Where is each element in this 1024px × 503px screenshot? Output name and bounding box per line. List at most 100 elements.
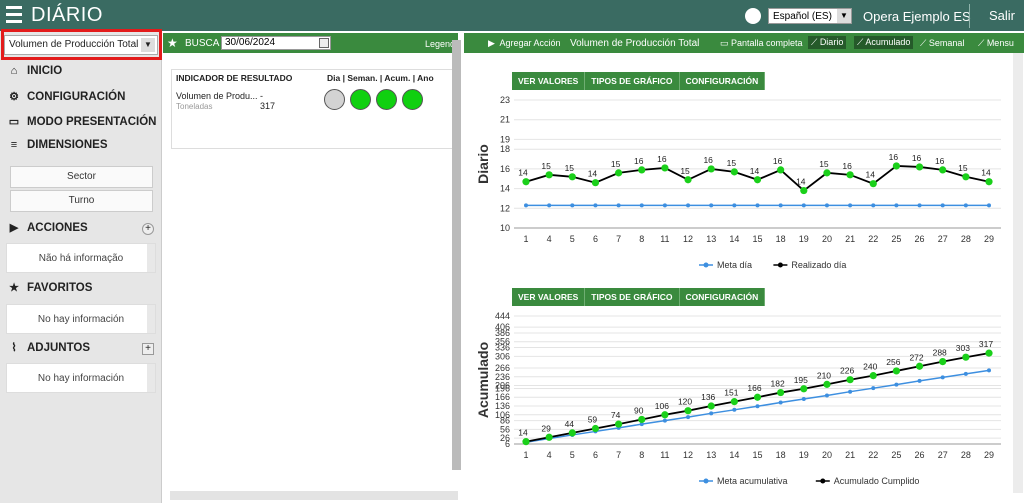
data-point[interactable]	[917, 378, 922, 383]
data-point[interactable]	[615, 169, 623, 177]
legend-link[interactable]: Legend	[425, 39, 455, 49]
tipos-grafico-tab[interactable]: TIPOS DE GRÁFICO	[585, 288, 680, 306]
data-point[interactable]	[801, 203, 806, 208]
data-point[interactable]	[591, 179, 600, 187]
data-point[interactable]	[985, 349, 993, 357]
panel-scrollbar[interactable]	[452, 40, 461, 470]
tab-acumulado[interactable]: ⟋ Acumulado	[854, 36, 914, 49]
data-point[interactable]	[755, 404, 760, 409]
data-point[interactable]	[616, 203, 621, 208]
legend-entry[interactable]: Meta acumulativa	[717, 476, 788, 486]
data-point[interactable]	[823, 380, 831, 388]
data-point[interactable]	[963, 371, 968, 376]
data-point[interactable]	[730, 398, 738, 406]
data-point[interactable]	[591, 424, 600, 433]
add-action-icon[interactable]: +	[142, 223, 154, 235]
data-point[interactable]	[846, 376, 854, 384]
configuracion-tab[interactable]: CONFIGURACIÓN	[680, 288, 766, 306]
tab-diario[interactable]: ⟋ Diario	[808, 36, 847, 49]
data-point[interactable]	[661, 411, 669, 419]
data-point[interactable]	[824, 393, 829, 398]
data-point[interactable]	[848, 203, 853, 208]
data-point[interactable]	[661, 164, 669, 172]
data-point[interactable]	[777, 388, 785, 397]
data-point[interactable]	[915, 163, 924, 171]
section-acciones[interactable]: ▶ ACCIONES	[8, 221, 88, 235]
data-point[interactable]	[684, 407, 692, 415]
data-point[interactable]	[662, 203, 667, 208]
data-point[interactable]	[985, 178, 993, 186]
tab-mensual[interactable]: ⟋ Mensu	[978, 38, 1014, 49]
data-point[interactable]	[707, 165, 715, 173]
data-point[interactable]	[892, 162, 900, 170]
data-point[interactable]	[639, 203, 644, 208]
data-point[interactable]	[732, 407, 737, 412]
data-point[interactable]	[892, 367, 900, 375]
data-point[interactable]	[615, 420, 623, 428]
data-point[interactable]	[568, 429, 576, 437]
legend-entry[interactable]: Meta día	[717, 260, 752, 270]
menu-item-modo-presentacion[interactable]: ▭ MODO PRESENTACIÓN	[8, 115, 157, 129]
data-point[interactable]	[848, 389, 853, 394]
data-point[interactable]	[593, 203, 598, 208]
data-point[interactable]	[962, 173, 970, 181]
language-select[interactable]: Español (ES) ▼	[768, 8, 852, 24]
data-point[interactable]	[940, 375, 945, 380]
data-point[interactable]	[522, 438, 530, 446]
data-point[interactable]	[753, 393, 762, 401]
data-point[interactable]	[732, 203, 737, 208]
indicator-name[interactable]: Volumen de Produ...	[176, 91, 258, 101]
menu-item-configuracion[interactable]: ⚙ CONFIGURACIÓN	[8, 90, 125, 104]
data-point[interactable]	[823, 169, 831, 177]
scrollbar[interactable]	[147, 305, 155, 333]
data-point[interactable]	[987, 368, 991, 373]
data-point[interactable]	[522, 178, 530, 186]
data-point[interactable]	[686, 203, 691, 208]
data-point[interactable]	[800, 385, 808, 393]
data-point[interactable]	[755, 203, 760, 208]
data-point[interactable]	[801, 396, 806, 401]
data-point[interactable]	[570, 203, 575, 208]
data-point[interactable]	[709, 411, 714, 416]
legend-entry[interactable]: Realizado día	[791, 260, 846, 270]
legend-entry[interactable]: Acumulado Cumplido	[834, 476, 920, 486]
section-favoritos[interactable]: ★ FAVORITOS	[8, 281, 92, 295]
add-action-button[interactable]: ▶ Agregar Acción	[488, 38, 560, 49]
fullscreen-button[interactable]: ▭ Pantalla completa	[720, 38, 803, 49]
data-point[interactable]	[778, 400, 783, 405]
dimension-sector-button[interactable]: Sector	[10, 166, 153, 188]
configuracion-tab[interactable]: CONFIGURACIÓN	[680, 72, 766, 90]
menu-icon[interactable]	[6, 6, 22, 24]
logout-link[interactable]: Salir	[989, 8, 1015, 23]
data-point[interactable]	[545, 171, 553, 179]
data-point[interactable]	[568, 173, 576, 181]
data-point[interactable]	[545, 433, 553, 441]
data-point[interactable]	[917, 203, 922, 208]
data-point[interactable]	[939, 166, 947, 174]
star-icon[interactable]: ★	[167, 36, 178, 50]
data-point[interactable]	[684, 176, 692, 184]
add-attachment-icon[interactable]: +	[142, 343, 154, 355]
data-point[interactable]	[524, 203, 528, 208]
data-point[interactable]	[962, 353, 970, 361]
ver-valores-tab[interactable]: VER VALORES	[512, 72, 586, 90]
data-point[interactable]	[777, 166, 785, 174]
data-point[interactable]	[686, 415, 691, 420]
section-adjuntos[interactable]: ⌇ ADJUNTOS	[8, 341, 90, 355]
scrollbar[interactable]	[147, 244, 155, 272]
data-point[interactable]	[547, 203, 552, 208]
data-point[interactable]	[753, 176, 762, 184]
data-point[interactable]	[709, 203, 714, 208]
data-point[interactable]	[800, 186, 808, 195]
dimension-turno-button[interactable]: Turno	[10, 190, 153, 212]
data-point[interactable]	[871, 386, 876, 391]
scrollbar[interactable]	[147, 364, 155, 392]
data-point[interactable]	[638, 166, 646, 174]
data-point[interactable]	[987, 203, 991, 208]
data-point[interactable]	[939, 357, 947, 366]
tipos-grafico-tab[interactable]: TIPOS DE GRÁFICO	[585, 72, 680, 90]
data-point[interactable]	[638, 415, 646, 424]
data-point[interactable]	[871, 203, 876, 208]
date-input[interactable]: 30/06/2024	[221, 36, 331, 50]
chart-scrollbar[interactable]	[1013, 53, 1023, 493]
